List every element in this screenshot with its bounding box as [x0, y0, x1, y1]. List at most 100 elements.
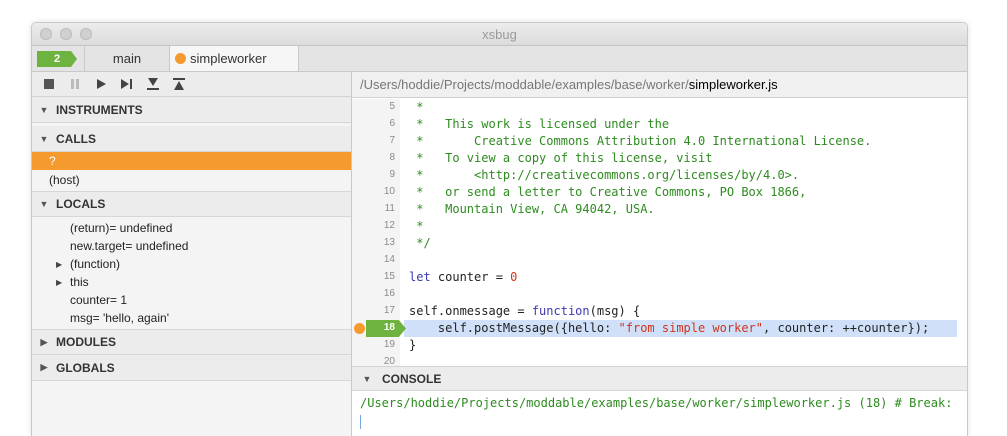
tab-main-label: main [112, 51, 142, 66]
console-output[interactable]: /Users/hoddie/Projects/moddable/examples… [360, 396, 960, 410]
local-name: this [70, 275, 89, 289]
line-number[interactable]: 5 [352, 101, 395, 112]
console-caret [360, 415, 361, 429]
console-header[interactable]: ▼ CONSOLE [352, 366, 967, 391]
line-number[interactable]: 13 [352, 237, 395, 248]
code-line[interactable]: 11 * Mountain View, CA 94042, USA. [352, 201, 967, 218]
step-icon[interactable] [120, 77, 134, 91]
call-label: (host) [49, 173, 80, 187]
code-text: * To view a copy of this license, visit [409, 151, 713, 165]
code-line[interactable]: 18 self.postMessage({hello: "from simple… [352, 320, 967, 337]
line-number[interactable]: 14 [352, 254, 395, 265]
line-number[interactable]: 9 [352, 169, 395, 180]
code-editor[interactable]: 5 * 6 * This work is licensed under the 7 … [352, 99, 967, 367]
xsbug-window: xsbug 2 main simpleworker ▼ INSTRUMENTS … [31, 22, 968, 436]
title-bar: xsbug [32, 23, 967, 46]
code-text: self.onmessage = function(msg) { [409, 304, 641, 318]
local-value: = 'hello, again' [92, 311, 169, 325]
pause-icon[interactable] [68, 77, 82, 91]
line-number[interactable]: 15 [352, 271, 395, 282]
debug-toolbar [32, 72, 351, 97]
code-text: * Creative Commons Attribution 4.0 Inter… [409, 134, 872, 148]
code-line[interactable]: 7 * Creative Commons Attribution 4.0 Int… [352, 133, 967, 150]
call-row-host[interactable]: (host) [32, 171, 351, 189]
stop-icon[interactable] [42, 77, 56, 91]
code-text: } [409, 338, 417, 352]
local-name: (function) [70, 257, 121, 271]
line-number[interactable]: 11 [352, 203, 395, 214]
code-line[interactable]: 15 let counter = 0 [352, 269, 967, 286]
editor-pane: /Users/hoddie/Projects/moddable/examples… [352, 72, 967, 436]
instruments-header[interactable]: ▼ INSTRUMENTS [32, 97, 351, 123]
local-name: (return) [70, 221, 110, 235]
code-line[interactable]: 17 self.onmessage = function(msg) { [352, 303, 967, 320]
code-text: * Mountain View, CA 94042, USA. [409, 202, 655, 216]
code-line[interactable]: 12 * [352, 218, 967, 235]
file-path-prefix: /Users/hoddie/Projects/moddable/examples… [360, 77, 689, 92]
machine-tab-bar: 2 main simpleworker [32, 46, 967, 72]
code-text: * [409, 100, 424, 114]
calls-header[interactable]: ▼ CALLS [32, 126, 351, 152]
chevron-down-icon: ▼ [362, 373, 372, 384]
step-in-icon[interactable] [146, 77, 160, 91]
local-row[interactable]: msg = 'hello, again' [32, 309, 351, 327]
tab-simpleworker-label: simpleworker [190, 51, 267, 66]
modules-title: MODULES [56, 335, 116, 349]
file-name: simpleworker.js [688, 77, 778, 92]
local-name: counter [70, 293, 111, 307]
disclosure-triangle-icon[interactable]: ▶ [56, 260, 70, 269]
local-row[interactable]: (return) = undefined [32, 219, 351, 237]
code-line[interactable]: 6 * This work is licensed under the [352, 116, 967, 133]
code-line[interactable]: 19} [352, 337, 967, 354]
line-number[interactable]: 8 [352, 152, 395, 163]
code-line[interactable]: 5 * [352, 99, 967, 116]
globals-title: GLOBALS [56, 360, 115, 375]
console-title: CONSOLE [382, 371, 442, 386]
globals-header[interactable]: ▶ GLOBALS [32, 355, 351, 381]
line-number[interactable]: 18 [352, 322, 395, 333]
run-icon[interactable] [94, 77, 108, 91]
line-number[interactable]: 12 [352, 220, 395, 231]
line-number[interactable]: 16 [352, 288, 395, 299]
local-row[interactable]: counter = 1 [32, 291, 351, 309]
tab-simpleworker[interactable]: simpleworker [169, 46, 299, 71]
modules-header[interactable]: ▶ MODULES [32, 329, 351, 355]
code-text: self.postMessage({hello: "from simple wo… [409, 321, 930, 335]
local-row[interactable]: ▶ this [32, 273, 351, 291]
code-text: let counter = 0 [409, 270, 518, 284]
step-out-icon[interactable] [172, 77, 186, 91]
line-number[interactable]: 10 [352, 186, 395, 197]
window-title: xsbug [482, 27, 517, 42]
debugger-sidebar: ▼ INSTRUMENTS ▼ CALLS ? (host) ▼ LOCALS … [32, 72, 352, 436]
code-line[interactable]: 9 * <http://creativecommons.org/licenses… [352, 167, 967, 184]
call-row-current[interactable]: ? [32, 152, 351, 170]
chevron-right-icon: ▶ [40, 362, 48, 372]
line-number[interactable]: 19 [352, 339, 395, 350]
tab-main[interactable]: main [84, 46, 169, 71]
disclosure-triangle-icon[interactable]: ▶ [56, 278, 70, 287]
code-text: * This work is licensed under the [409, 117, 670, 131]
line-number[interactable]: 7 [352, 135, 395, 146]
chevron-right-icon: ▶ [40, 336, 48, 347]
line-number[interactable]: 17 [352, 305, 395, 316]
code-text: * <http://creativecommons.org/licenses/b… [409, 168, 800, 182]
code-line[interactable]: 14 [352, 252, 967, 269]
code-text: */ [409, 236, 431, 250]
line-number[interactable]: 6 [352, 118, 395, 129]
machine-count-badge[interactable]: 2 [37, 51, 77, 67]
code-line[interactable]: 13 */ [352, 235, 967, 252]
local-row[interactable]: ▶ (function) [32, 255, 351, 273]
local-row[interactable]: new.target = undefined [32, 237, 351, 255]
code-text: * [409, 219, 424, 233]
code-line[interactable]: 10 * or send a letter to Creative Common… [352, 184, 967, 201]
chevron-down-icon: ▼ [39, 133, 49, 144]
chevron-down-icon: ▼ [39, 104, 49, 115]
instruments-title: INSTRUMENTS [56, 102, 143, 117]
local-value: = undefined [109, 221, 173, 235]
file-path-bar: /Users/hoddie/Projects/moddable/examples… [352, 72, 967, 98]
code-line[interactable]: 16 [352, 286, 967, 303]
code-line[interactable]: 8 * To view a copy of this license, visi… [352, 150, 967, 167]
locals-title: LOCALS [56, 197, 106, 211]
locals-header[interactable]: ▼ LOCALS [32, 191, 351, 217]
local-name: msg [70, 311, 93, 325]
